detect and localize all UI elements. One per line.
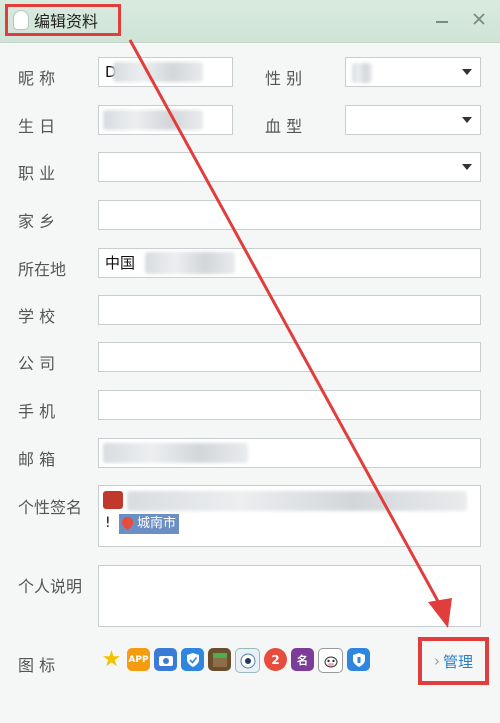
blood-type-select[interactable]	[345, 105, 481, 135]
phone-label: 手 机	[18, 402, 56, 421]
company-field[interactable]	[98, 342, 481, 372]
app-icon[interactable]: APP	[127, 648, 150, 671]
shield-check-icon[interactable]	[181, 648, 204, 671]
penguin-eye-icon[interactable]	[235, 648, 260, 673]
qq-logo-icon	[14, 11, 28, 29]
star-icon[interactable]: ★	[100, 647, 123, 672]
phone-field[interactable]	[98, 390, 481, 420]
window-title-highlight: 编辑资料	[5, 4, 121, 36]
signature-label: 个性签名	[18, 498, 83, 517]
gender-select[interactable]	[345, 57, 481, 87]
location-tag[interactable]: 城南市	[119, 514, 180, 534]
birthday-field[interactable]	[98, 105, 233, 135]
character-icon[interactable]: 名	[291, 648, 314, 671]
location-field[interactable]: 中国	[98, 248, 481, 278]
email-field[interactable]	[98, 438, 481, 468]
company-label: 公 司	[18, 354, 56, 373]
location-label: 所在地	[18, 260, 67, 279]
school-label: 学 校	[18, 307, 56, 326]
occupation-select[interactable]	[98, 152, 481, 182]
redacted-blur	[113, 62, 203, 82]
birthday-label: 生 日	[18, 117, 56, 136]
chevron-right-icon: ›	[433, 652, 440, 670]
signature-field[interactable]: ! 城南市	[98, 485, 481, 547]
camera-icon[interactable]	[154, 648, 177, 671]
description-label: 个人说明	[18, 577, 83, 596]
chevron-down-icon	[462, 69, 472, 75]
redacted-blur	[127, 491, 467, 511]
hometown-label: 家 乡	[18, 212, 56, 231]
hometown-field[interactable]	[98, 200, 481, 230]
location-pin-icon	[119, 514, 136, 531]
manage-label: 管理	[442, 652, 473, 671]
shield-icon[interactable]	[347, 648, 370, 671]
minimize-icon[interactable]	[433, 12, 451, 30]
manage-button[interactable]: › 管理	[418, 637, 489, 685]
description-field[interactable]	[98, 565, 481, 627]
close-icon[interactable]	[470, 12, 488, 30]
title-bar: 编辑资料	[0, 0, 500, 43]
school-field[interactable]	[98, 295, 481, 325]
nickname-field[interactable]: D	[98, 57, 233, 87]
email-label: 邮 箱	[18, 450, 56, 469]
icon-strip: ★ APP 2 名	[100, 647, 370, 674]
signature-text: !	[105, 515, 111, 531]
nickname-label: 昵 称	[18, 69, 56, 88]
gender-label: 性 别	[265, 69, 303, 88]
location-tag-text: 城南市	[137, 516, 177, 531]
redacted-blur	[103, 110, 203, 130]
icons-label: 图 标	[18, 656, 56, 675]
redacted-blur	[352, 63, 372, 83]
location-value: 中国	[105, 254, 136, 272]
game-block-icon[interactable]	[208, 648, 231, 671]
chevron-down-icon	[462, 164, 472, 170]
occupation-label: 职 业	[18, 164, 56, 183]
redacted-blur	[145, 252, 235, 274]
avatar-emoji-icon	[103, 491, 123, 509]
window-title: 编辑资料	[34, 12, 99, 31]
badge-2-icon[interactable]: 2	[264, 648, 287, 671]
redacted-blur	[103, 443, 248, 463]
blood-type-label: 血 型	[265, 117, 303, 136]
cow-icon[interactable]	[318, 648, 343, 673]
chevron-down-icon	[462, 117, 472, 123]
